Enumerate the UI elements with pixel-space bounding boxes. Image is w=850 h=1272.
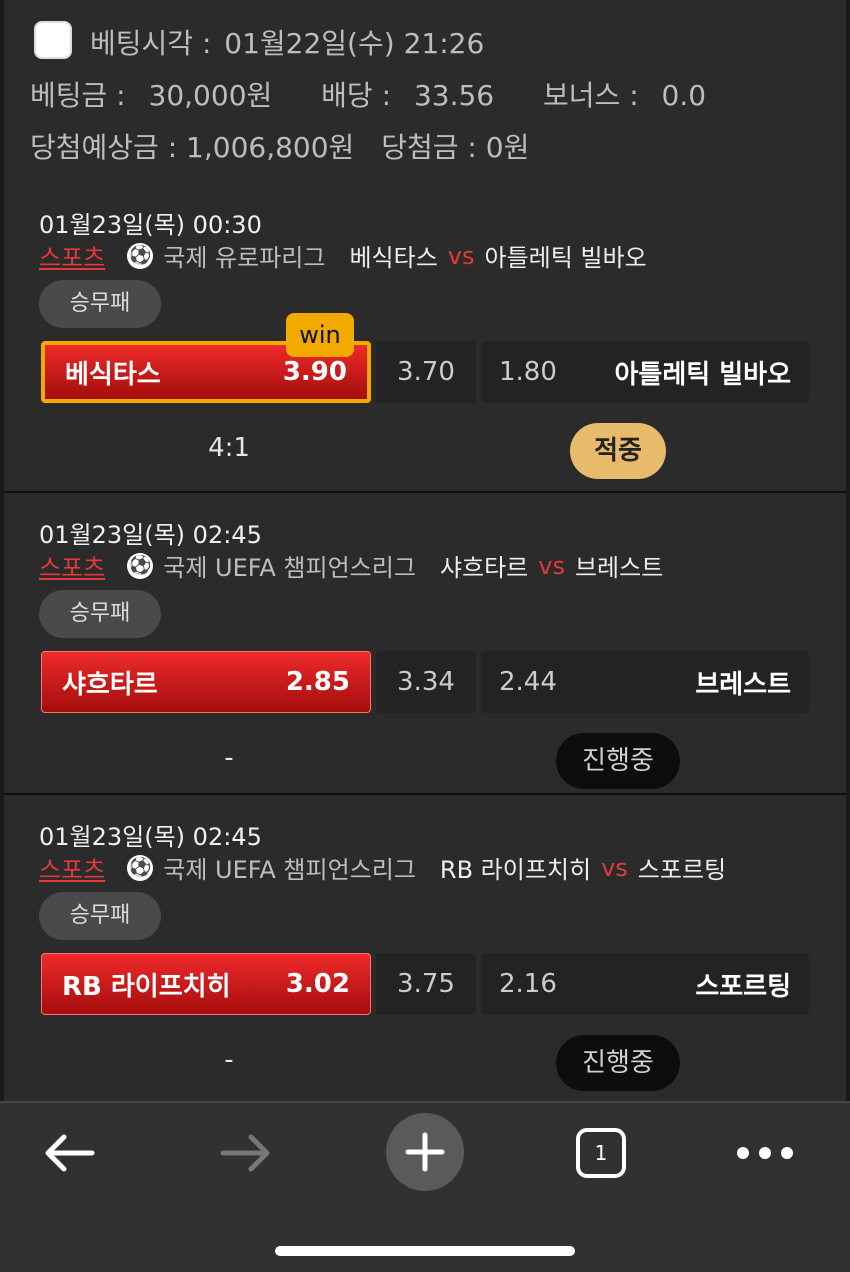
draw-odds-button[interactable]: 3.70	[376, 341, 476, 403]
away-odds-team: 스포르팅	[695, 971, 791, 1002]
sport-link[interactable]: 스포츠	[39, 548, 105, 583]
vs-label: vs	[447, 241, 475, 270]
stake-label: 베팅금 :	[30, 79, 126, 112]
plus-icon	[405, 1132, 445, 1172]
match-date: 01월23일(목) 02:45	[39, 823, 262, 851]
soccer-ball-icon: ⚽	[127, 854, 154, 881]
odds-label: 배당 :	[321, 79, 392, 112]
bonus-value: 0.0	[661, 79, 707, 112]
away-odds-team: 아틀레틱 빌바오	[614, 359, 792, 390]
match-score: -	[224, 1045, 234, 1075]
market-pill: 승무패	[39, 280, 161, 328]
match-meta: 스포츠 ⚽ 국제 UEFA 챔피언스리그 RB 라이프치히 vs 스포르팅	[39, 850, 726, 885]
home-odds-team: 베식타스	[65, 359, 161, 390]
away-team: 아틀레틱 빌바오	[484, 244, 647, 272]
away-odds-button[interactable]: 2.16 스포르팅	[481, 953, 809, 1015]
match-meta: 스포츠 ⚽ 국제 유로파리그 베식타스 vs 아틀레틱 빌바오	[39, 238, 647, 273]
forward-button[interactable]	[212, 1123, 282, 1183]
league-name: 국제 UEFA 챔피언스리그	[163, 856, 416, 884]
away-team: 스포르팅	[637, 856, 727, 884]
win-badge: win	[286, 313, 354, 357]
bet-list: 01월23일(목) 00:30 스포츠 ⚽ 국제 유로파리그 베식타스 vs 아…	[4, 183, 846, 1101]
bonus-label: 보너스 :	[543, 79, 639, 112]
home-odds-team: 샤흐타르	[62, 669, 158, 700]
tab-count: 1	[594, 1141, 608, 1165]
stake-line: 베팅금 : 30,000원 배당 : 33.56 보너스 : 0.0	[30, 74, 706, 114]
home-team: RB 라이프치히	[439, 856, 592, 884]
home-odds-value: 2.85	[285, 667, 350, 697]
expected-label: 당첨예상금 :	[30, 131, 178, 164]
odds-value: 33.56	[413, 79, 495, 112]
market-pill: 승무패	[39, 590, 161, 638]
match-score: 4:1	[208, 433, 250, 463]
new-tab-button[interactable]	[386, 1113, 464, 1191]
vs-label: vs	[601, 853, 628, 882]
bet-card: 01월23일(목) 02:45 스포츠 ⚽ 국제 UEFA 챔피언스리그 샤흐타…	[4, 491, 846, 793]
expected-line: 당첨예상금 : 1,006,800원 당첨금 : 0원	[30, 126, 529, 166]
match-meta: 스포츠 ⚽ 국제 UEFA 챔피언스리그 샤흐타르 vs 브레스트	[39, 548, 663, 583]
back-arrow-icon	[45, 1134, 95, 1172]
expected-value: 1,006,800원	[186, 131, 355, 164]
result-badge: 진행중	[556, 1035, 680, 1091]
home-odds-button[interactable]: 샤흐타르 2.85	[41, 651, 371, 713]
won-value: 0원	[485, 131, 530, 164]
forward-arrow-icon	[220, 1134, 270, 1172]
bet-time-label: 베팅시각 :	[90, 27, 212, 60]
browser-toolbar: 1	[0, 1101, 850, 1272]
home-odds-value: 3.02	[285, 969, 350, 999]
bet-time-line: 베팅시각 : 01월22일(수) 21:26	[90, 22, 484, 62]
away-team: 브레스트	[574, 554, 664, 582]
soccer-ball-icon: ⚽	[127, 242, 154, 269]
result-badge: 적중	[570, 423, 666, 479]
won-label: 당첨금 :	[381, 131, 477, 164]
result-badge: 진행중	[556, 733, 680, 789]
sport-link[interactable]: 스포츠	[39, 850, 105, 885]
home-team: 샤흐타르	[439, 554, 529, 582]
league-name: 국제 UEFA 챔피언스리그	[163, 554, 416, 582]
more-button[interactable]	[730, 1123, 800, 1183]
away-odds-button[interactable]: 2.44 브레스트	[481, 651, 809, 713]
select-checkbox[interactable]	[34, 21, 72, 59]
away-odds-team: 브레스트	[695, 669, 791, 700]
home-odds-value: 3.90	[282, 357, 347, 387]
back-button[interactable]	[33, 1123, 103, 1183]
away-odds-value: 2.44	[499, 667, 557, 697]
bet-time-value: 01월22일(수) 21:26	[224, 27, 485, 60]
away-odds-button[interactable]: 1.80 아틀레틱 빌바오	[481, 341, 809, 403]
match-date: 01월23일(목) 00:30	[39, 211, 262, 239]
away-odds-value: 1.80	[499, 357, 557, 387]
sport-link[interactable]: 스포츠	[39, 238, 105, 273]
soccer-ball-icon: ⚽	[127, 552, 154, 579]
market-pill: 승무패	[39, 892, 161, 940]
more-icon	[737, 1147, 793, 1159]
home-odds-team: RB 라이프치히	[62, 971, 231, 1002]
away-odds-value: 2.16	[499, 969, 557, 999]
match-score: -	[224, 743, 234, 773]
bet-card: 01월23일(목) 00:30 스포츠 ⚽ 국제 유로파리그 베식타스 vs 아…	[4, 183, 846, 485]
draw-odds-button[interactable]: 3.34	[376, 651, 476, 713]
draw-odds-button[interactable]: 3.75	[376, 953, 476, 1015]
stake-value: 30,000원	[148, 79, 273, 112]
match-date: 01월23일(목) 02:45	[39, 521, 262, 549]
home-indicator[interactable]	[275, 1246, 575, 1256]
vs-label: vs	[538, 551, 565, 580]
tabs-button[interactable]: 1	[566, 1123, 636, 1183]
bet-summary: 베팅시각 : 01월22일(수) 21:26 베팅금 : 30,000원 배당 …	[4, 0, 846, 183]
bet-card: 01월23일(목) 02:45 스포츠 ⚽ 국제 UEFA 챔피언스리그 RB …	[4, 793, 846, 1095]
home-team: 베식타스	[349, 244, 438, 272]
home-odds-button[interactable]: RB 라이프치히 3.02	[41, 953, 371, 1015]
league-name: 국제 유로파리그	[163, 244, 326, 272]
